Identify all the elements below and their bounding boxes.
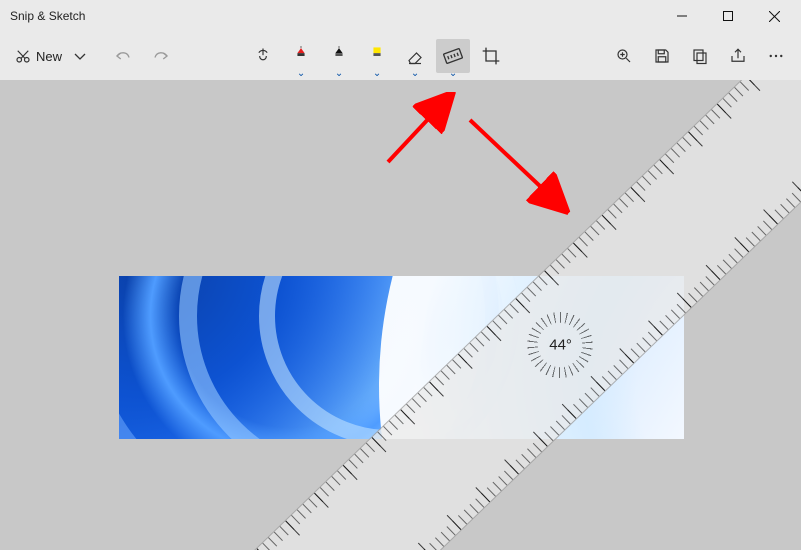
share-icon	[729, 47, 747, 65]
pen-red-icon	[292, 46, 310, 66]
save-button[interactable]	[645, 39, 679, 73]
copy-button[interactable]	[683, 39, 717, 73]
redo-button[interactable]	[144, 39, 178, 73]
eraser-icon	[405, 47, 425, 65]
zoom-icon	[615, 47, 633, 65]
more-button[interactable]	[759, 39, 793, 73]
minimize-icon	[677, 11, 687, 21]
toolbar: New ⌄ ⌄ ⌄ ⌄ ⌄	[0, 32, 801, 80]
new-snip-button[interactable]: New	[8, 39, 64, 73]
close-icon	[769, 11, 780, 22]
ballpoint-pen-button[interactable]: ⌄	[284, 39, 318, 73]
save-icon	[653, 47, 671, 65]
ruler-icon	[443, 46, 463, 66]
chevron-down-icon: ⌄	[335, 68, 343, 79]
window-title: Snip & Sketch	[10, 9, 85, 23]
chevron-down-icon	[74, 50, 86, 62]
ruler-angle-text: 44°	[549, 337, 572, 354]
highlighter-button[interactable]: ⌄	[360, 39, 394, 73]
crop-button[interactable]	[474, 39, 508, 73]
share-button[interactable]	[721, 39, 755, 73]
new-label: New	[36, 49, 62, 64]
touch-icon	[253, 46, 273, 66]
canvas-area[interactable]: 44°	[0, 80, 801, 550]
chevron-down-icon: ⌄	[373, 68, 381, 79]
copy-icon	[691, 47, 709, 65]
title-bar: Snip & Sketch	[0, 0, 801, 32]
highlighter-icon	[368, 46, 386, 66]
maximize-icon	[723, 11, 733, 21]
annotation-arrow-1	[378, 92, 468, 172]
chevron-down-icon: ⌄	[449, 68, 457, 79]
more-icon	[767, 47, 785, 65]
snip-icon	[14, 47, 32, 65]
annotation-arrow-2	[460, 110, 580, 220]
maximize-button[interactable]	[705, 0, 751, 32]
pencil-black-icon	[330, 46, 348, 66]
pencil-button[interactable]: ⌄	[322, 39, 356, 73]
crop-icon	[481, 46, 501, 66]
ruler-button[interactable]: ⌄	[436, 39, 470, 73]
undo-button[interactable]	[106, 39, 140, 73]
touch-writing-button[interactable]	[246, 39, 280, 73]
redo-icon	[152, 47, 170, 65]
chevron-down-icon: ⌄	[297, 68, 305, 79]
zoom-button[interactable]	[607, 39, 641, 73]
new-dropdown-button[interactable]	[68, 39, 92, 73]
undo-icon	[114, 47, 132, 65]
close-button[interactable]	[751, 0, 797, 32]
eraser-button[interactable]: ⌄	[398, 39, 432, 73]
chevron-down-icon: ⌄	[411, 68, 419, 79]
minimize-button[interactable]	[659, 0, 705, 32]
